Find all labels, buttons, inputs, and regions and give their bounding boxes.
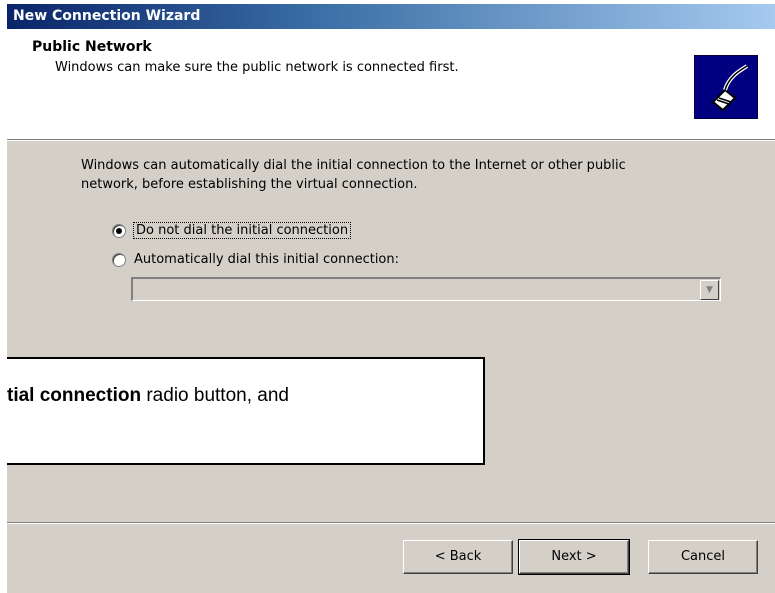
chevron-down-icon[interactable]: ▼ [700,280,719,300]
instruction-callout: tial connection radio button, and [7,357,485,465]
option-description: Windows can automatically dial the initi… [81,158,626,192]
header-title: Public Network [32,39,152,55]
header-subtitle: Windows can make sure the public network… [55,60,459,75]
radio-button-checked[interactable] [112,223,126,238]
callout-text: radio button, and [141,385,289,406]
network-cable-icon [694,55,758,119]
wizard-dialog: New Connection Wizard Public Network Win… [6,4,775,593]
radio-do-not-dial[interactable]: Do not dial the initial connection [112,222,352,239]
callout-bold-text: tial connection [7,385,142,406]
radio-auto-dial[interactable]: Automatically dial this initial connecti… [112,252,399,267]
next-button[interactable]: Next > [518,539,630,575]
cancel-button[interactable]: Cancel [648,540,758,574]
initial-connection-select[interactable]: ▼ [131,277,721,301]
radio-button-unchecked[interactable] [112,252,126,267]
radio-label-auto-dial: Automatically dial this initial connecti… [134,252,400,267]
radio-label-do-not-dial: Do not dial the initial connection [132,222,352,239]
window-title: New Connection Wizard [7,4,775,29]
footer-divider [7,522,775,524]
back-button[interactable]: < Back [403,540,513,574]
